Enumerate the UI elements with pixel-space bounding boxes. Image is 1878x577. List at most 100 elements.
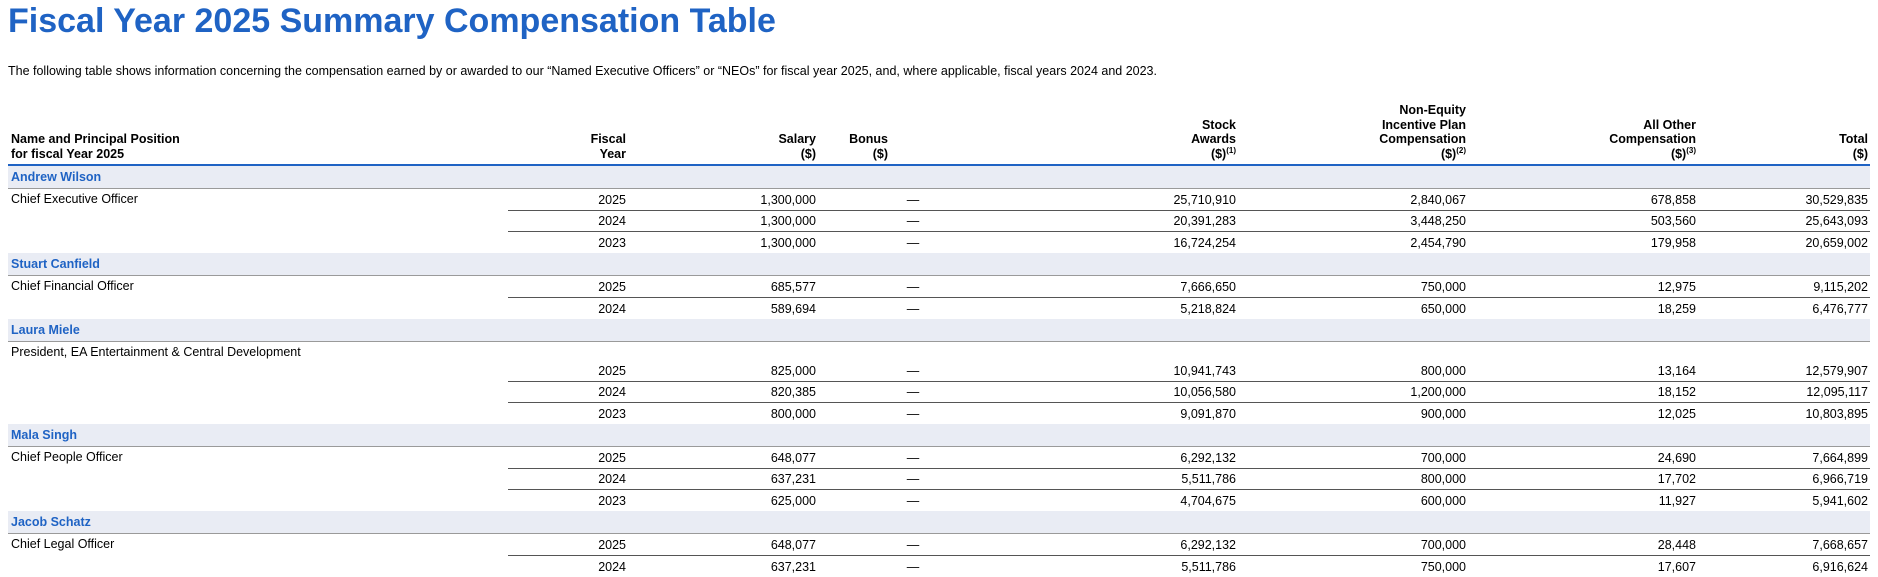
cell-stock-awards: 10,056,580 [1008,381,1238,403]
cell-all-other: 13,164 [1468,341,1698,382]
executive-name-row: Mala Singh [8,424,1870,447]
cell-all-other: 28,448 [1468,533,1698,556]
cell-fiscal-year: 2024 [508,210,628,232]
header-non-equity: Non-Equity Incentive Plan Compensation (… [1238,101,1468,166]
cell-total: 25,643,093 [1698,210,1870,232]
cell-non-equity: 3,448,250 [1238,210,1468,232]
cell-stock-awards: 6,292,132 [1008,446,1238,469]
header-row: Name and Principal Position for fiscal Y… [8,101,1870,166]
cell-all-other: 11,927 [1658,494,1696,508]
intro-text: The following table shows information co… [8,64,1157,78]
cell-non-equity: 2,454,790 [1410,236,1466,250]
cell-all-other: 24,690 [1468,446,1698,469]
cell-total: 7,664,899 [1698,446,1870,469]
header-stock-awards: Stock Awards ($)(1) [1008,101,1238,166]
cell-stock-awards: 9,091,870 [1180,407,1236,421]
cell-stock-awards: 7,666,650 [1008,275,1238,298]
executive-name-row: Andrew Wilson [8,165,1870,189]
cell-total: 12,579,907 [1698,341,1870,382]
cell-all-other: 179,958 [1650,236,1696,250]
cell-bonus: — [818,210,1008,232]
footnote-2: (2) [1456,146,1466,156]
cell-non-equity: 750,000 [1420,559,1466,574]
cell-bonus: — [818,381,1008,403]
cell-fiscal-year: 2024 [508,381,628,403]
cell-non-equity: 800,000 [1238,468,1468,490]
page-title: Fiscal Year 2025 Summary Compensation Ta… [8,2,776,40]
header-salary: Salary ($) [628,101,818,166]
cell-bonus: — [906,559,920,574]
cell-total: 20,659,002 [1805,236,1868,250]
cell-all-other: 17,702 [1468,468,1698,490]
cell-bonus: — [818,275,1008,298]
cell-bonus: — [818,533,1008,556]
cell-total: 5,941,602 [1812,494,1868,508]
cell-salary: 685,577 [628,275,818,298]
table-row: President, EA Entertainment & Central De… [8,341,1870,382]
cell-non-equity: 600,000 [1420,494,1466,508]
executive-position: Chief Financial Officer [11,279,134,293]
executive-name: Andrew Wilson [8,165,1870,189]
cell-salary: 589,694 [770,301,816,316]
cell-fiscal-year: 2025 [508,533,628,556]
cell-fiscal-year: 2025 [508,188,628,211]
cell-total: 6,476,777 [1812,301,1868,316]
cell-bonus: — [906,236,920,250]
executive-position: Chief Executive Officer [11,192,138,206]
cell-salary: 1,300,000 [628,210,818,232]
summary-compensation-table: Name and Principal Position for fiscal Y… [8,101,1870,577]
cell-non-equity: 650,000 [1420,301,1466,316]
cell-fiscal-year: 2023 [598,236,626,250]
header-all-other: All Other Compensation ($)(3) [1468,101,1698,166]
cell-salary: 648,077 [628,533,818,556]
cell-salary: 625,000 [770,494,816,508]
cell-bonus: — [818,188,1008,211]
executive-name: Stuart Canfield [8,253,1870,276]
cell-bonus: — [906,407,920,421]
executive-position: Chief People Officer [11,450,123,464]
cell-total: 10,803,895 [1805,407,1868,421]
cell-salary: 637,231 [628,468,818,490]
table-row: Chief Legal Officer 2025 648,077—6,292,132… [8,533,1870,556]
cell-all-other: 18,259 [1657,301,1696,316]
executive-name: Jacob Schatz [8,511,1870,534]
footnote-3: (3) [1686,146,1696,156]
cell-fiscal-year: 2023 [598,494,626,508]
cell-salary: 648,077 [628,446,818,469]
cell-bonus: — [818,341,1008,382]
cell-stock-awards: 5,511,786 [1181,559,1236,574]
header-total: Total ($) [1698,101,1870,166]
cell-fiscal-year: 2025 [508,275,628,298]
table-row: Chief People Officer 2025 648,077—6,292,13… [8,446,1870,469]
header-fiscal-year: Fiscal Year [508,101,628,166]
cell-bonus: — [818,446,1008,469]
cell-salary: 820,385 [628,381,818,403]
cell-stock-awards: 5,218,824 [1180,301,1236,316]
cell-total: 6,966,719 [1698,468,1870,490]
cell-all-other: 12,975 [1468,275,1698,298]
cell-all-other: 18,152 [1468,381,1698,403]
cell-bonus: — [906,494,920,508]
cell-non-equity: 700,000 [1238,446,1468,469]
cell-stock-awards: 5,511,786 [1008,468,1238,490]
cell-stock-awards: 4,704,675 [1180,494,1236,508]
executive-name-row: Jacob Schatz [8,511,1870,534]
cell-non-equity: 750,000 [1238,275,1468,298]
cell-salary: 1,300,000 [628,188,818,211]
executive-name: Mala Singh [8,424,1870,447]
cell-fiscal-year: 2024 [508,468,628,490]
cell-non-equity: 700,000 [1238,533,1468,556]
executive-name-row: Stuart Canfield [8,253,1870,276]
cell-all-other: 503,560 [1468,210,1698,232]
cell-salary: 825,000 [628,341,818,382]
cell-non-equity: 900,000 [1420,407,1466,421]
cell-total: 30,529,835 [1698,188,1870,211]
executive-name-row: Laura Miele [8,318,1870,342]
header-bonus: Bonus ($) [818,101,1008,166]
cell-bonus: — [906,301,920,316]
footnote-1: (1) [1226,146,1236,156]
cell-non-equity: 2,840,067 [1238,188,1468,211]
cell-stock-awards: 10,941,743 [1008,341,1238,382]
table-row: Chief Executive Officer 2025 1,300,000—25,… [8,188,1870,211]
cell-all-other: 12,025 [1657,407,1696,421]
